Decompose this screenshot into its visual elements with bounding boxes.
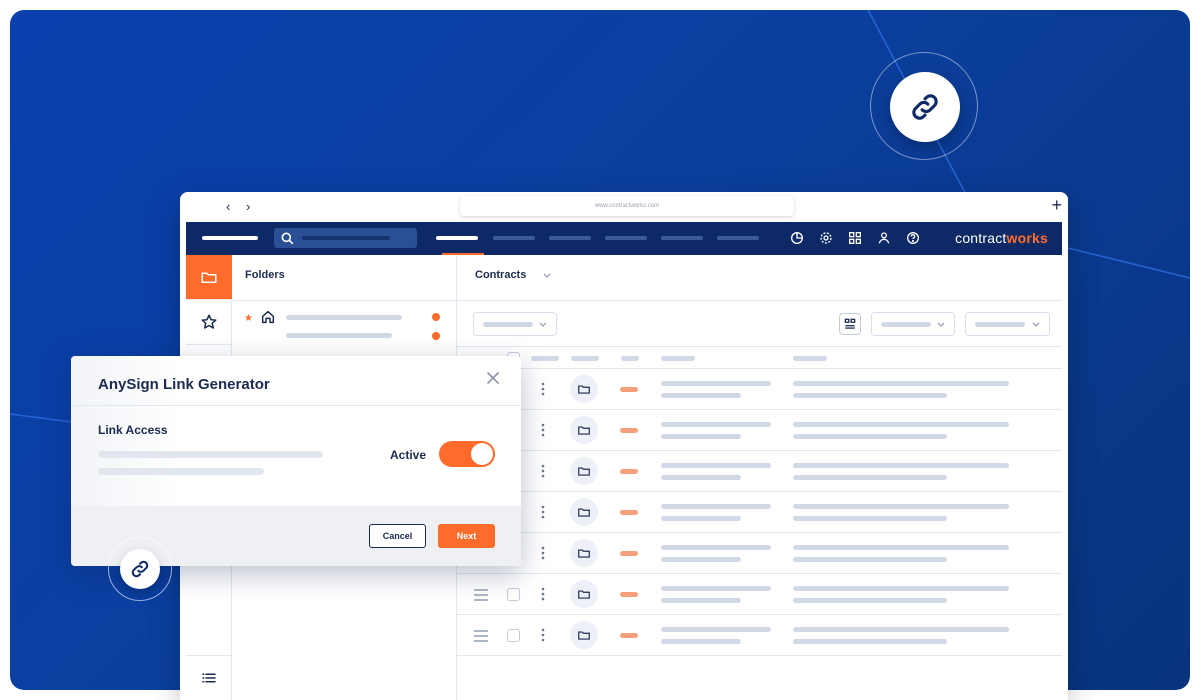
rail-list-button[interactable] (186, 655, 232, 700)
folder-icon (578, 590, 590, 599)
row-checkbox[interactable] (507, 588, 520, 601)
folder-status-dot (432, 313, 440, 321)
more-options-icon[interactable] (541, 504, 545, 520)
link-icon (131, 560, 149, 578)
user-icon (878, 232, 890, 244)
new-tab-button[interactable]: + (1051, 195, 1062, 215)
search-icon (281, 232, 294, 245)
apps-button[interactable] (846, 229, 864, 247)
nav-tab[interactable] (661, 236, 703, 240)
url-bar[interactable]: www.contractworks.com (460, 196, 794, 216)
favorite-star-icon: ★ (244, 313, 253, 324)
pie-chart-icon (791, 232, 803, 244)
dialog-title: AnySign Link Generator (98, 376, 270, 393)
next-button[interactable]: Next (438, 524, 495, 548)
status-badge (620, 428, 638, 433)
view-toggle-button[interactable] (839, 313, 861, 335)
status-badge (620, 592, 638, 597)
more-options-icon[interactable] (541, 586, 545, 602)
anysign-link-generator-dialog: AnySign Link Generator Link Access Activ… (71, 356, 521, 566)
chevron-down-icon[interactable] (541, 269, 553, 281)
grid-icon (849, 232, 861, 244)
link-access-toggle[interactable] (439, 441, 495, 467)
nav-tab[interactable] (493, 236, 535, 240)
hero-link-badge (870, 52, 978, 160)
more-options-icon[interactable] (541, 422, 545, 438)
help-button[interactable] (904, 229, 922, 247)
toggle-label: Active (390, 448, 427, 462)
table-row[interactable] (457, 574, 1062, 615)
settings-button[interactable] (817, 229, 835, 247)
rail-folders-button[interactable] (186, 255, 232, 300)
browser-nav-arrows[interactable]: ‹ › (226, 199, 256, 214)
description-line (98, 451, 323, 458)
grid-view-icon (844, 318, 856, 329)
folder-icon (201, 272, 217, 283)
chevron-down-icon (1032, 322, 1040, 327)
app-header: contractworks (186, 222, 1062, 255)
small-link-badge (108, 537, 172, 601)
more-options-icon[interactable] (541, 381, 545, 397)
folder-icon (578, 549, 590, 558)
table-row[interactable] (457, 533, 1062, 574)
table-row[interactable] (457, 369, 1062, 410)
link-access-label: Link Access (98, 423, 168, 437)
group-dropdown[interactable] (965, 312, 1050, 336)
table-row[interactable] (457, 410, 1062, 451)
status-badge (620, 551, 638, 556)
row-checkbox[interactable] (507, 629, 520, 642)
description-line (98, 468, 264, 475)
table-row[interactable] (457, 451, 1062, 492)
more-options-icon[interactable] (541, 627, 545, 643)
nav-tab-active[interactable] (436, 236, 478, 240)
chevron-down-icon (539, 322, 547, 327)
star-icon (201, 314, 217, 329)
folder-item[interactable] (286, 315, 402, 320)
status-badge (620, 633, 638, 638)
home-icon[interactable] (260, 309, 276, 325)
browser-chrome: ‹ › www.contractworks.com + (180, 192, 1068, 222)
status-badge (620, 387, 638, 392)
brand-logo: contractworks (955, 230, 1048, 246)
profile-button[interactable] (875, 229, 893, 247)
chevron-down-icon (937, 322, 945, 327)
folders-title: Folders (245, 269, 285, 281)
rail-favorites-button[interactable] (186, 300, 232, 345)
folder-icon (578, 385, 590, 394)
table-row[interactable] (457, 492, 1062, 533)
status-badge (620, 469, 638, 474)
folder-icon (578, 426, 590, 435)
drag-handle-icon[interactable] (473, 588, 489, 602)
status-badge (620, 510, 638, 515)
folder-status-dot (432, 332, 440, 340)
nav-tab[interactable] (717, 236, 759, 240)
folder-icon (578, 508, 590, 517)
nav-tab[interactable] (605, 236, 647, 240)
sort-dropdown[interactable] (871, 312, 955, 336)
nav-tab[interactable] (549, 236, 591, 240)
list-icon (202, 673, 216, 683)
search-input[interactable] (274, 228, 417, 248)
folder-icon (578, 467, 590, 476)
drag-handle-icon[interactable] (473, 629, 489, 643)
help-icon (907, 232, 919, 244)
more-options-icon[interactable] (541, 545, 545, 561)
header-icon-group (788, 229, 922, 247)
close-icon[interactable] (485, 370, 501, 386)
folder-item[interactable] (286, 333, 392, 338)
cancel-button[interactable]: Cancel (369, 524, 426, 548)
folder-icon (578, 631, 590, 640)
filter-dropdown[interactable] (473, 312, 557, 336)
reports-button[interactable] (788, 229, 806, 247)
table-row[interactable] (457, 615, 1062, 656)
table-header-row (457, 347, 1062, 369)
header-logo-placeholder (202, 236, 258, 240)
contracts-title: Contracts (475, 269, 527, 281)
more-options-icon[interactable] (541, 463, 545, 479)
contracts-panel: Contracts (457, 255, 1062, 700)
link-icon (912, 94, 938, 120)
gear-icon (820, 232, 832, 244)
